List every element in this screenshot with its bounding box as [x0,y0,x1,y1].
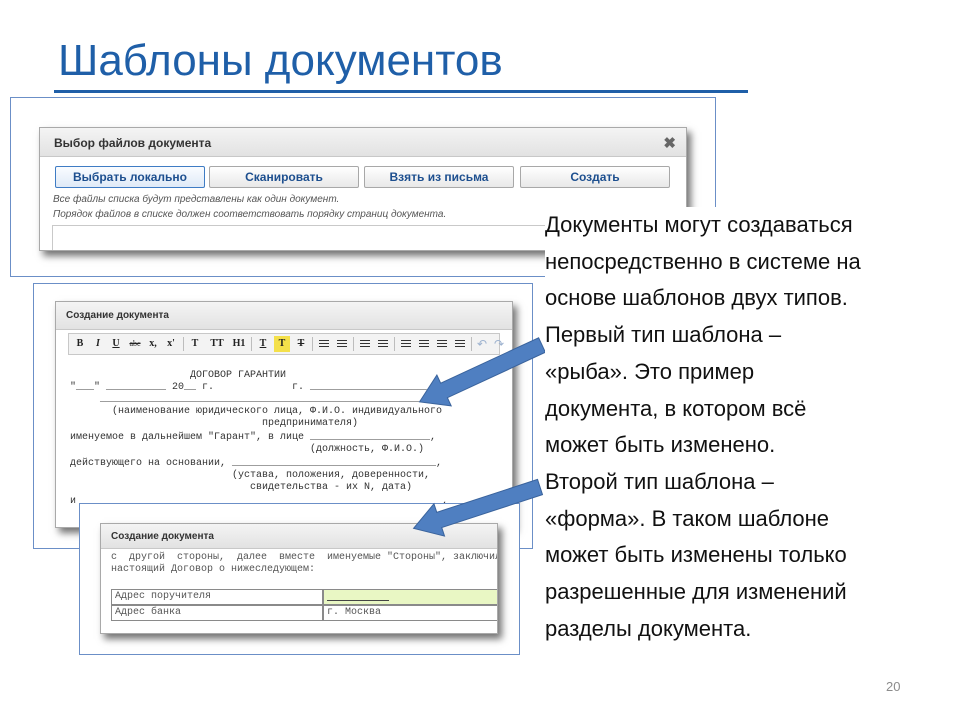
description-line: непосредственно в системе на [545,248,861,274]
description-text: Документы могут создаваться непосредстве… [545,207,945,648]
editor-line: (должность, Ф.И.О.) [70,444,425,455]
italic-button[interactable]: I [90,336,106,352]
align-right-icon[interactable] [434,336,450,352]
editor-line: ДОГОВОР ГАРАНТИИ [70,370,287,381]
bank-address-cell: г. Москва [323,605,497,621]
file-dialog-title: Выбор файлов документа [54,136,212,150]
close-icon[interactable]: ✖ [663,134,676,152]
toolbar-separator [312,337,313,351]
form-header: Создание документа [101,524,497,549]
superscript-button[interactable]: x' [163,336,179,352]
input-underline [327,600,389,601]
underline-button[interactable]: U [108,336,124,352]
bold-button[interactable]: B [72,336,88,352]
editor-line: действующего на основании, _____________… [70,458,443,469]
align-center-icon[interactable] [416,336,432,352]
editor-header: Создание документа [56,302,512,330]
description-line: основе шаблонов двух типов. [545,285,848,311]
description-line: «форма». В таком шаблоне [545,505,830,531]
bullet-list-icon[interactable] [316,336,332,352]
description-line: разделы документа. [545,615,752,641]
editor-line: свидетельства - их N, дата) [70,482,413,493]
highlight-button[interactable]: T [274,336,290,352]
form-text-line: с другой стороны, далее вместе именуемые… [111,552,498,563]
editor-toolbar: B I U abc x, x' T TT H1 T T T ↶ ↷ [68,333,504,355]
toolbar-separator [471,337,472,351]
redo-icon[interactable]: ↷ [491,336,507,352]
description-line: может быть изменены только [545,542,847,568]
editor-body[interactable]: ДОГОВОР ГАРАНТИИ "___" __________ 20__ г… [68,358,500,527]
clear-format-button[interactable]: T [293,336,309,352]
subscript-button[interactable]: x, [145,336,161,352]
indent-icon[interactable] [375,336,391,352]
editor-line: "___" __________ 20__ г. г. ____________… [70,382,431,393]
form-dialog: Создание документа с другой стороны, дал… [100,523,498,634]
description-line: Второй тип шаблона – [545,468,774,494]
form-text-line: настоящий Договор о нижеследующем: [111,564,316,575]
numbered-list-icon[interactable] [334,336,350,352]
file-dialog-note-2: Порядок файлов в списке должен соответст… [53,209,447,220]
text-color-button[interactable]: T [255,336,271,352]
select-local-button[interactable]: Выбрать локально [55,166,205,188]
description-line: разрешенные для изменений [545,579,847,605]
scan-button[interactable]: Сканировать [209,166,359,188]
form-label-cell: Адрес банка [111,605,323,621]
editor-line: ________________________________________… [70,394,437,405]
from-letter-button[interactable]: Взять из письма [364,166,514,188]
heading-button[interactable]: H1 [229,336,249,352]
title-underline [54,90,748,93]
outdent-icon[interactable] [357,336,373,352]
page-number: 20 [886,679,901,694]
align-left-icon[interactable] [398,336,414,352]
editor-title: Создание документа [66,310,169,321]
description-line: Документы могут создаваться [545,212,853,237]
strike-button[interactable]: abc [127,336,143,352]
toolbar-separator [394,337,395,351]
editor-line: (наименование юридического лица, Ф.И.О. … [70,406,443,417]
undo-icon[interactable]: ↶ [474,336,490,352]
file-dialog-header: Выбор файлов документа ✖ [40,128,686,157]
create-button[interactable]: Создать [520,166,670,188]
editor-line: (устава, положения, доверенности, [70,470,431,481]
file-dialog-note-1: Все файлы списка будут представлены как … [53,194,340,205]
toolbar-separator [183,337,184,351]
font-size-button[interactable]: TT [207,336,227,352]
align-justify-icon[interactable] [452,336,468,352]
editor-dialog: Создание документа B I U abc x, x' T TT … [55,301,513,528]
description-line: документа, в котором всё [545,395,807,421]
description-line: может быть изменено. [545,432,776,458]
editor-line: именуемое в дальнейшем "Гарант", в лице … [70,432,437,443]
description-line: «рыба». Это пример [545,358,755,384]
description-line: Первый тип шаблона – [545,322,782,348]
form-label-cell: Адрес поручителя [111,589,323,605]
editor-line: предпринимателя) [70,418,359,429]
slide-title: Шаблоны документов [58,36,503,85]
toolbar-separator [251,337,252,351]
guarantor-address-input[interactable] [323,589,497,605]
toolbar-separator [353,337,354,351]
form-title: Создание документа [111,531,214,542]
font-button[interactable]: T [187,336,203,352]
